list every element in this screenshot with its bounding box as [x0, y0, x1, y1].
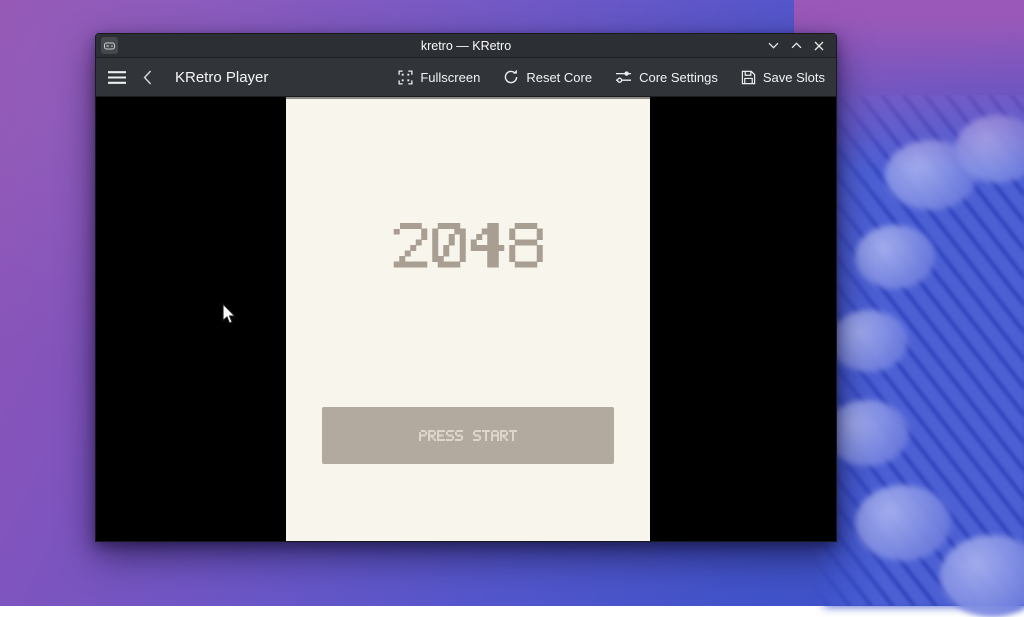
fullscreen-label: Fullscreen: [420, 70, 480, 85]
settings-sliders-icon: [615, 69, 632, 85]
app-gamepad-icon: [101, 37, 118, 54]
save-icon: [741, 70, 756, 85]
game-screen[interactable]: [286, 97, 650, 541]
press-start-button[interactable]: [322, 407, 614, 464]
reset-core-button[interactable]: Reset Core: [503, 69, 592, 85]
toolbar: KRetro Player Fullscreen: [96, 58, 836, 97]
core-settings-label: Core Settings: [639, 70, 718, 85]
save-slots-label: Save Slots: [763, 70, 825, 85]
hamburger-menu-button[interactable]: [108, 71, 126, 84]
reset-core-label: Reset Core: [526, 70, 592, 85]
fullscreen-button[interactable]: Fullscreen: [398, 70, 480, 85]
game-title: [394, 223, 543, 267]
wallpaper-shape: [825, 400, 909, 466]
fullscreen-icon: [398, 70, 413, 85]
save-slots-button[interactable]: Save Slots: [741, 70, 825, 85]
minimize-button[interactable]: [765, 38, 781, 54]
back-button[interactable]: [143, 70, 152, 85]
close-button[interactable]: [811, 38, 827, 54]
emulator-viewport[interactable]: [96, 97, 836, 541]
wallpaper-shape: [830, 310, 908, 372]
wallpaper-shape: [855, 225, 935, 289]
maximize-button[interactable]: [788, 38, 804, 54]
window-title: kretro — KRetro: [96, 39, 836, 53]
page-title: KRetro Player: [175, 69, 268, 86]
kretro-window: kretro — KRetro KRetro Player: [95, 33, 837, 542]
wallpaper-shape: [855, 485, 951, 561]
core-settings-button[interactable]: Core Settings: [615, 69, 718, 85]
titlebar[interactable]: kretro — KRetro: [96, 34, 836, 58]
press-start-label: [419, 430, 517, 441]
reset-icon: [503, 69, 519, 85]
